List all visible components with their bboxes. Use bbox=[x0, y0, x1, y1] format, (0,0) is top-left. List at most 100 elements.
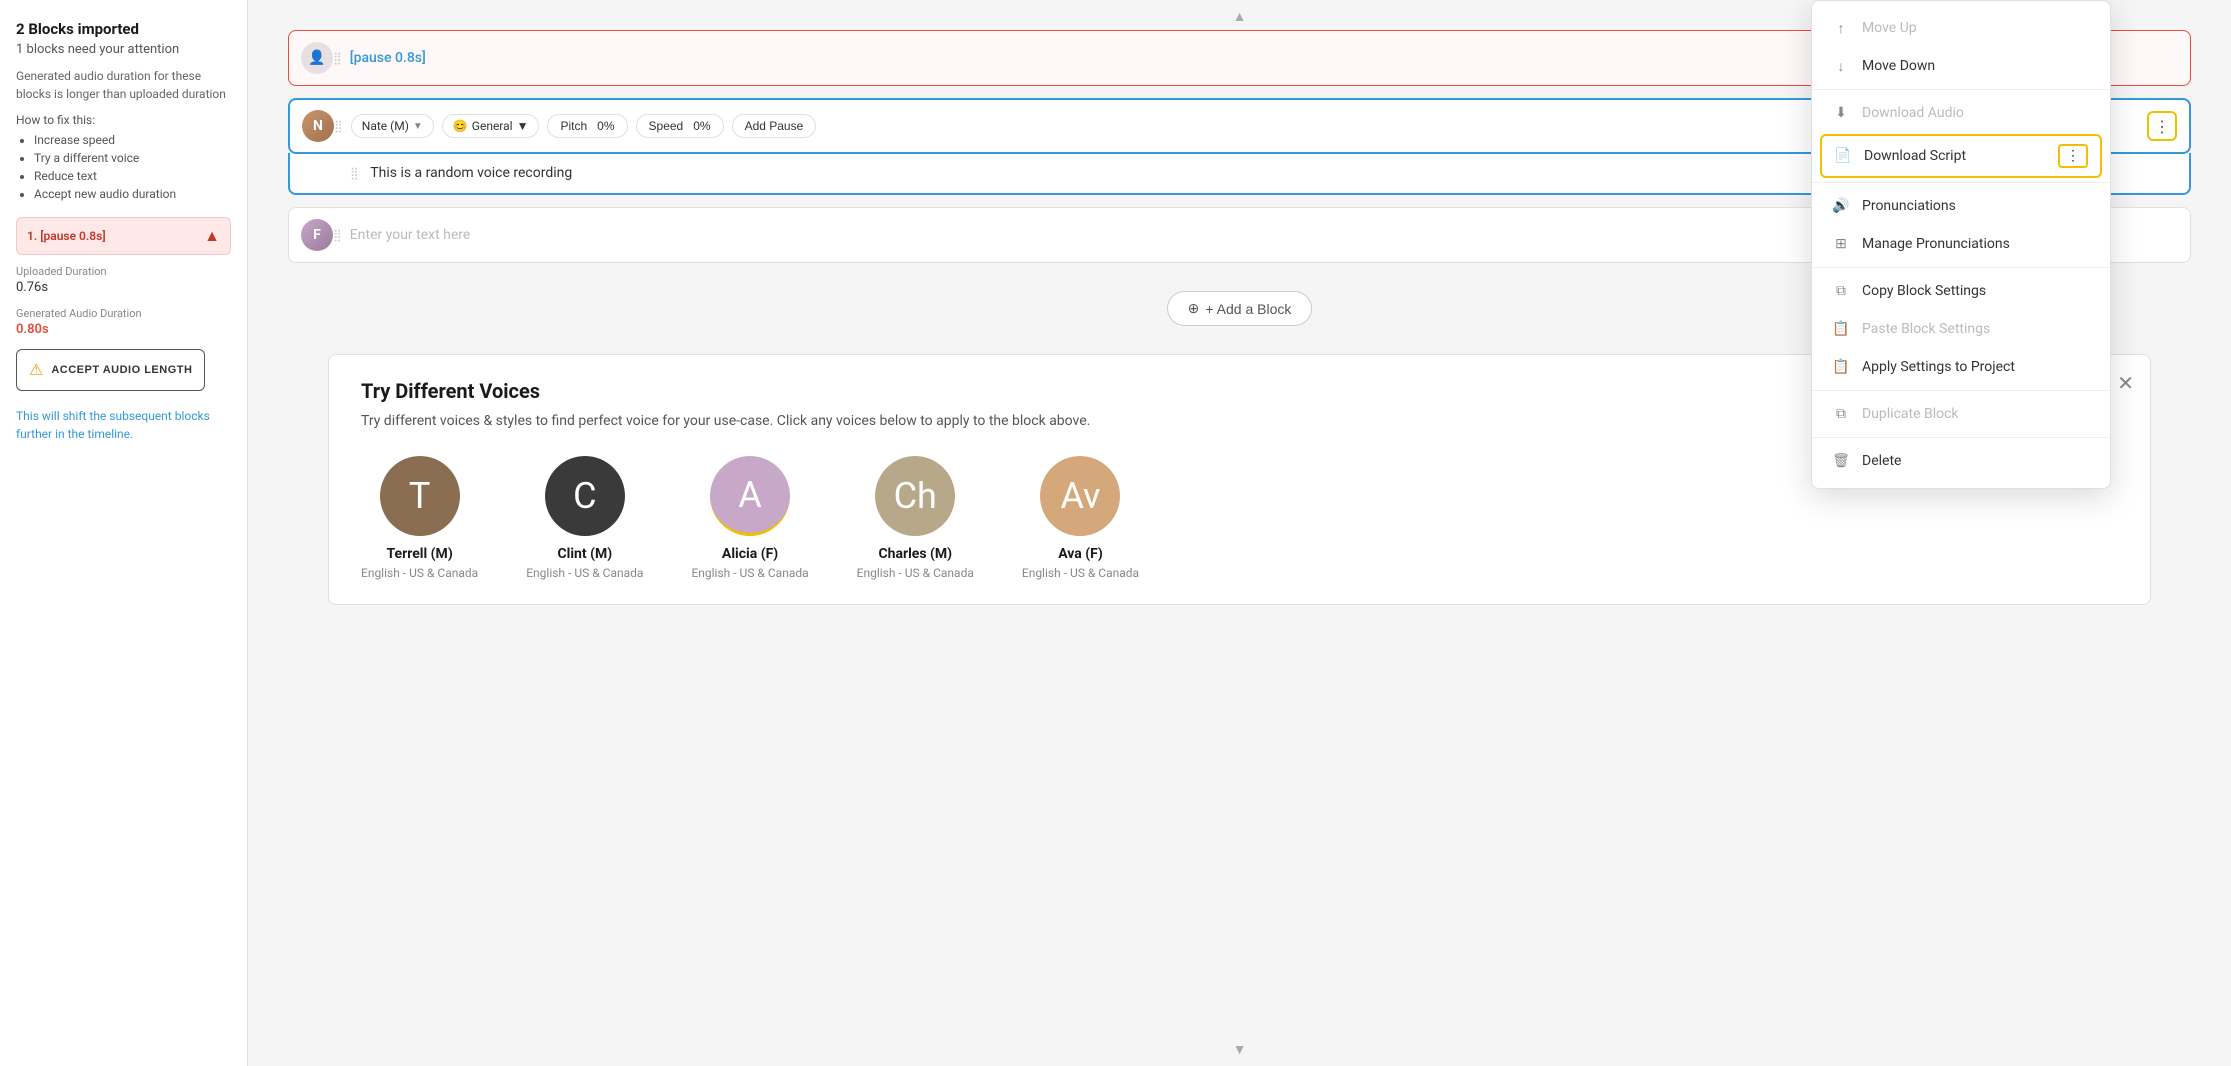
close-voices-panel-button[interactable]: ✕ bbox=[2117, 371, 2134, 396]
move-up-label: Move Up bbox=[1862, 20, 1917, 36]
alicia-avatar: A bbox=[710, 456, 790, 536]
generated-duration-label: Generated Audio Duration bbox=[16, 307, 231, 320]
more-options-button[interactable]: ⋮ bbox=[2147, 111, 2177, 141]
voice-card-alicia[interactable]: A Alicia (F) English - US & Canada bbox=[691, 456, 808, 580]
fix-item-accept: Accept new audio duration bbox=[34, 187, 231, 201]
pronunciations-label: Pronunciations bbox=[1862, 198, 1956, 214]
menu-item-delete[interactable]: 🗑 Delete bbox=[1812, 442, 2110, 480]
style-select-dropdown[interactable]: 😊 General ▼ bbox=[442, 114, 540, 138]
manage-pronunciations-label: Manage Pronunciations bbox=[1862, 236, 2010, 252]
clint-name: Clint (M) bbox=[557, 546, 612, 562]
voice-name: Nate (M) bbox=[362, 119, 409, 133]
add-block-label: + Add a Block bbox=[1205, 301, 1291, 317]
menu-item-paste-block[interactable]: 📋 Paste Block Settings bbox=[1812, 310, 2110, 348]
female-avatar: F bbox=[301, 219, 333, 251]
add-block-button[interactable]: ⊕ + Add a Block bbox=[1167, 291, 1313, 326]
menu-item-pronunciations[interactable]: 🔊 Pronunciations bbox=[1812, 187, 2110, 225]
scroll-up-arrow[interactable]: ▲ bbox=[1233, 8, 1247, 25]
move-down-icon: ↓ bbox=[1832, 57, 1850, 75]
pitch-button[interactable]: Pitch 0% bbox=[547, 114, 627, 138]
separator-3 bbox=[1812, 267, 2110, 268]
charles-lang: English - US & Canada bbox=[857, 566, 974, 580]
download-audio-label: Download Audio bbox=[1862, 105, 1964, 121]
nate-avatar: N bbox=[302, 110, 334, 142]
clint-lang: English - US & Canada bbox=[526, 566, 643, 580]
text-drag-handle-icon[interactable]: ⣿ bbox=[350, 166, 359, 180]
apply-settings-icon: 📋 bbox=[1832, 358, 1850, 376]
uploaded-duration-value: 0.76s bbox=[16, 280, 231, 295]
menu-item-move-up[interactable]: ↑ Move Up bbox=[1812, 9, 2110, 47]
speed-button[interactable]: Speed 0% bbox=[636, 114, 724, 138]
paste-block-icon: 📋 bbox=[1832, 320, 1850, 338]
block-text-content[interactable]: This is a random voice recording bbox=[370, 157, 572, 189]
download-audio-icon: ⬇ bbox=[1832, 104, 1850, 122]
terrell-lang: English - US & Canada bbox=[361, 566, 478, 580]
sidebar-description: Generated audio duration for these block… bbox=[16, 67, 231, 103]
menu-item-move-down[interactable]: ↓ Move Down bbox=[1812, 47, 2110, 85]
pause-avatar: 👤 bbox=[301, 42, 333, 74]
voice-card-clint[interactable]: C Clint (M) English - US & Canada bbox=[526, 456, 643, 580]
menu-item-download-audio[interactable]: ⬇ Download Audio bbox=[1812, 94, 2110, 132]
fix-list: Increase speed Try a different voice Red… bbox=[16, 133, 231, 201]
fix-item-text: Reduce text bbox=[34, 169, 231, 183]
collapse-arrow-icon[interactable]: ▲ bbox=[204, 226, 220, 246]
sidebar: 2 Blocks imported 1 blocks need your att… bbox=[0, 0, 248, 1066]
delete-label: Delete bbox=[1862, 453, 1901, 469]
drag-handle-3-icon[interactable]: ⣿ bbox=[333, 228, 342, 242]
clint-avatar: C bbox=[545, 456, 625, 536]
menu-item-download-script[interactable]: 📄 Download Script ⋮ bbox=[1820, 134, 2102, 178]
problem-block-item[interactable]: 1. [pause 0.8s] ▲ bbox=[16, 217, 231, 255]
charles-name: Charles (M) bbox=[878, 546, 952, 562]
uploaded-duration-box: Uploaded Duration 0.76s bbox=[16, 265, 231, 295]
scroll-down-arrow[interactable]: ▼ bbox=[1233, 1041, 1247, 1058]
shift-note: This will shift the subsequent blocks fu… bbox=[16, 407, 231, 443]
fix-item-speed: Increase speed bbox=[34, 133, 231, 147]
voice-select-dropdown[interactable]: Nate (M) ▼ bbox=[351, 114, 434, 138]
sidebar-how-to-fix: How to fix this: bbox=[16, 113, 231, 127]
duplicate-label: Duplicate Block bbox=[1862, 406, 1959, 422]
separator-1 bbox=[1812, 89, 2110, 90]
plus-circle-icon: ⊕ bbox=[1188, 300, 1200, 317]
sidebar-subtitle: 1 blocks need your attention bbox=[16, 42, 231, 57]
copy-block-label: Copy Block Settings bbox=[1862, 283, 1986, 299]
separator-5 bbox=[1812, 437, 2110, 438]
ava-lang: English - US & Canada bbox=[1022, 566, 1139, 580]
voice-card-terrell[interactable]: T Terrell (M) English - US & Canada bbox=[361, 456, 478, 580]
terrell-avatar: T bbox=[380, 456, 460, 536]
terrell-name: Terrell (M) bbox=[386, 546, 452, 562]
generated-duration-box: Generated Audio Duration 0.80s bbox=[16, 307, 231, 337]
fix-item-voice: Try a different voice bbox=[34, 151, 231, 165]
move-down-label: Move Down bbox=[1862, 58, 1935, 74]
download-script-icon: 📄 bbox=[1834, 147, 1852, 165]
accept-btn-label: ACCEPT AUDIO LENGTH bbox=[51, 364, 192, 376]
drag-handle-2-icon[interactable]: ⣿ bbox=[334, 119, 343, 133]
pause-text: [pause 0.8s] bbox=[350, 50, 426, 66]
menu-item-duplicate[interactable]: ⧉ Duplicate Block bbox=[1812, 395, 2110, 433]
more-icon-highlighted[interactable]: ⋮ bbox=[2058, 144, 2088, 168]
charles-avatar: Ch bbox=[875, 456, 955, 536]
style-emoji: 😊 bbox=[453, 119, 468, 133]
move-up-icon: ↑ bbox=[1832, 19, 1850, 37]
uploaded-duration-label: Uploaded Duration bbox=[16, 265, 231, 278]
separator-2 bbox=[1812, 182, 2110, 183]
sidebar-title: 2 Blocks imported bbox=[16, 20, 231, 38]
menu-item-manage-pronunciations[interactable]: ⊞ Manage Pronunciations bbox=[1812, 225, 2110, 263]
context-dropdown-menu: ↑ Move Up ↓ Move Down ⬇ Download Audio 📄… bbox=[1811, 0, 2111, 489]
voice-card-charles[interactable]: Ch Charles (M) English - US & Canada bbox=[857, 456, 974, 580]
warning-icon: ⚠ bbox=[29, 360, 43, 380]
accept-audio-length-button[interactable]: ⚠ ACCEPT AUDIO LENGTH bbox=[16, 349, 205, 391]
add-pause-button[interactable]: Add Pause bbox=[732, 114, 817, 138]
copy-block-icon: ⧉ bbox=[1832, 282, 1850, 300]
style-arrow-icon: ▼ bbox=[517, 119, 529, 133]
voice-select-arrow-icon: ▼ bbox=[413, 121, 423, 132]
voice-card-ava[interactable]: Av Ava (F) English - US & Canada bbox=[1022, 456, 1139, 580]
separator-4 bbox=[1812, 390, 2110, 391]
menu-item-apply-settings[interactable]: 📋 Apply Settings to Project bbox=[1812, 348, 2110, 386]
pronunciations-icon: 🔊 bbox=[1832, 197, 1850, 215]
menu-item-copy-block[interactable]: ⧉ Copy Block Settings bbox=[1812, 272, 2110, 310]
ava-avatar: Av bbox=[1040, 456, 1120, 536]
problem-block-label: 1. [pause 0.8s] bbox=[27, 229, 106, 243]
generated-duration-value: 0.80s bbox=[16, 322, 231, 337]
drag-handle-icon[interactable]: ⣿ bbox=[333, 51, 342, 65]
duplicate-icon: ⧉ bbox=[1832, 405, 1850, 423]
